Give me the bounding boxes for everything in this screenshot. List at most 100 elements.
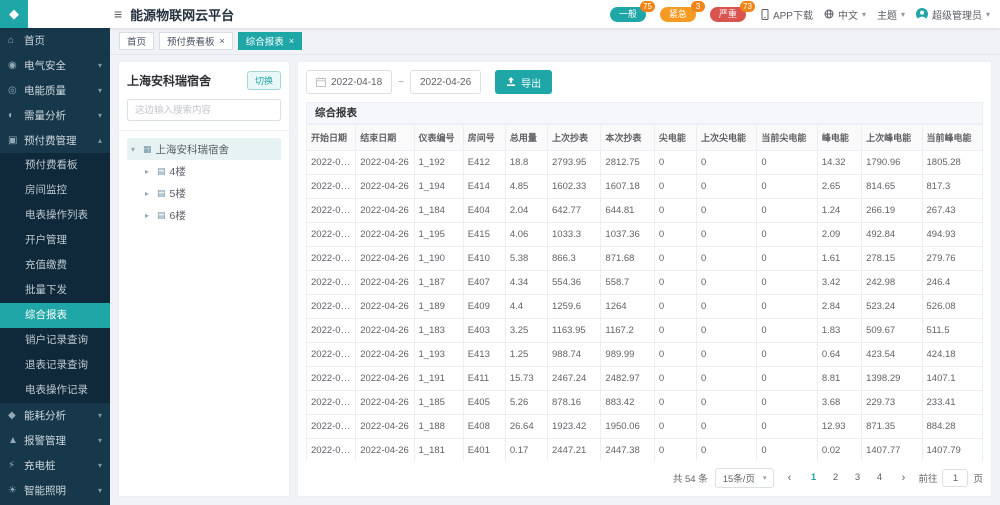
tab-2[interactable]: 综合报表×	[238, 32, 302, 50]
table-cell: E412	[463, 151, 505, 175]
page-button[interactable]: 4	[870, 469, 888, 487]
tab-close-icon[interactable]: ×	[289, 37, 294, 46]
sidebar-subitem[interactable]: 退表记录查询	[0, 353, 110, 378]
sidebar-subitem[interactable]: 电表操作记录	[0, 378, 110, 403]
sidebar-subitem[interactable]: 开户管理	[0, 228, 110, 253]
table-cell: 1_192	[414, 151, 463, 175]
tree-node[interactable]: ▸▤5楼	[127, 182, 281, 204]
building-panel: 上海安科瑞宿舍 切换 ▾ ▦ 上海安科瑞宿舍 ▸▤4楼▸▤5楼▸▤6楼	[118, 61, 290, 497]
sidebar-item[interactable]: ⚡充电桩▾	[0, 453, 110, 478]
sidebar-subitem[interactable]: 综合报表	[0, 303, 110, 328]
sidebar-item[interactable]: ◉电气安全▾	[0, 53, 110, 78]
table-row: 2022-04-182022-04-261_195E4154.061033.31…	[307, 223, 983, 247]
tree-node[interactable]: ▸▤4楼	[127, 160, 281, 182]
alert-pill[interactable]: 严重73	[710, 7, 746, 22]
table-cell: 2022-04-18	[307, 319, 356, 343]
table-cell: 2022-04-18	[307, 199, 356, 223]
theme-label: 主题	[877, 7, 897, 22]
goto-page-input[interactable]	[942, 469, 968, 487]
sidebar-item[interactable]: ▣预付费管理▴	[0, 128, 110, 153]
table-cell: 8.81	[817, 367, 861, 391]
table-cell: E413	[463, 343, 505, 367]
table-cell: 1_195	[414, 223, 463, 247]
tree-node[interactable]: ▸▤6楼	[127, 204, 281, 226]
alarm-management-icon: ▲	[8, 435, 22, 446]
table-cell: 0	[757, 319, 817, 343]
table-row: 2022-04-182022-04-261_193E4131.25988.749…	[307, 343, 983, 367]
sidebar-subitem[interactable]: 房间监控	[0, 178, 110, 203]
report-section-title: 综合报表	[306, 102, 983, 124]
table-cell: 1_191	[414, 367, 463, 391]
sidebar-subitem[interactable]: 批量下发	[0, 278, 110, 303]
prev-page-button[interactable]: ‹	[781, 472, 797, 484]
phone-icon	[761, 9, 769, 20]
chevron-icon: ▾	[98, 86, 102, 95]
theme-select[interactable]: 主题 ▾	[877, 7, 905, 22]
chevron-icon: ▾	[98, 61, 102, 70]
table-cell: 1037.36	[601, 223, 654, 247]
app-download-button[interactable]: APP下载	[761, 7, 813, 22]
alert-pill[interactable]: 一般75	[610, 7, 646, 22]
table-cell: 0	[757, 415, 817, 439]
tab-0[interactable]: 首页	[119, 32, 154, 50]
language-select[interactable]: 中文 ▾	[824, 7, 866, 22]
table-cell: 1805.28	[922, 151, 983, 175]
tree-node-label: 5楼	[170, 186, 186, 201]
table-cell: 2022-04-26	[356, 415, 414, 439]
table-cell: E401	[463, 439, 505, 462]
page-size-select[interactable]: 15条/页 ▾	[715, 468, 775, 488]
table-cell: 2022-04-18	[307, 223, 356, 247]
table-cell: 0	[654, 271, 696, 295]
table-cell: 2022-04-18	[307, 247, 356, 271]
start-date-input[interactable]: 2022-04-18	[306, 70, 392, 94]
sidebar-subitem[interactable]: 充值缴费	[0, 253, 110, 278]
sidebar-item[interactable]: ▲报警管理▾	[0, 428, 110, 453]
table-cell: 1607.18	[601, 175, 654, 199]
table-row: 2022-04-182022-04-261_192E41218.82793.95…	[307, 151, 983, 175]
sidebar-subitem[interactable]: 预付费看板	[0, 153, 110, 178]
column-header: 尖电能	[654, 125, 696, 151]
sidebar-item[interactable]: ◐需量分析▾	[0, 103, 110, 128]
alert-pill[interactable]: 紧急3	[660, 7, 696, 22]
switch-building-button[interactable]: 切换	[247, 71, 281, 90]
tab-1[interactable]: 预付费看板×	[159, 32, 233, 50]
sidebar-item-label: 报警管理	[24, 433, 98, 448]
tree-search-input[interactable]	[127, 99, 281, 121]
report-table-wrap: 开始日期结束日期仪表编号房间号总用量上次抄表本次抄表尖电能上次尖电能当前尖电能峰…	[306, 124, 983, 461]
prepaid-management-icon: ▣	[8, 135, 22, 146]
table-cell: 1_187	[414, 271, 463, 295]
chevron-icon: ▾	[98, 436, 102, 445]
user-menu[interactable]: 超级管理员 ▾	[916, 7, 990, 22]
table-cell: 558.7	[601, 271, 654, 295]
sidebar-subitem[interactable]: 销户记录查询	[0, 328, 110, 353]
charging-pile-icon: ⚡	[8, 460, 22, 471]
sidebar-item[interactable]: ⌂首页	[0, 28, 110, 53]
floor-icon: ▤	[157, 188, 166, 199]
table-cell: 279.76	[922, 247, 983, 271]
sidebar-item[interactable]: ☀智能照明▾	[0, 478, 110, 503]
alert-label: 一般	[619, 9, 637, 19]
sidebar-item[interactable]: ◎电能质量▾	[0, 78, 110, 103]
end-date-input[interactable]: 2022-04-26	[410, 70, 481, 94]
menu-toggle-icon[interactable]: ≡	[114, 7, 122, 21]
page-button[interactable]: 1	[804, 469, 822, 487]
sidebar-subitem[interactable]: 电表操作列表	[0, 203, 110, 228]
sidebar-item[interactable]: ◆能耗分析▾	[0, 403, 110, 428]
tab-close-icon[interactable]: ×	[220, 37, 225, 46]
table-cell: 0	[757, 343, 817, 367]
start-date-value: 2022-04-18	[331, 77, 382, 88]
table-cell: 2.65	[817, 175, 861, 199]
topbar-right: 一般75 紧急3 严重73 APP下载 中文 ▾ 主题 ▾	[610, 7, 1000, 22]
table-cell: 1167.2	[601, 319, 654, 343]
tree-node-label: 4楼	[170, 164, 186, 179]
page-button[interactable]: 3	[848, 469, 866, 487]
next-page-button[interactable]: ›	[895, 472, 911, 484]
page-button[interactable]: 2	[826, 469, 844, 487]
sidebar-item-label: 预付费管理	[24, 133, 98, 148]
table-cell: 492.84	[862, 223, 922, 247]
tree-node-label: 6楼	[170, 208, 186, 223]
tree-node-root[interactable]: ▾ ▦ 上海安科瑞宿舍	[127, 138, 281, 160]
column-header: 峰电能	[817, 125, 861, 151]
export-button[interactable]: 导出	[495, 70, 552, 94]
chevron-icon: ▾	[98, 486, 102, 495]
